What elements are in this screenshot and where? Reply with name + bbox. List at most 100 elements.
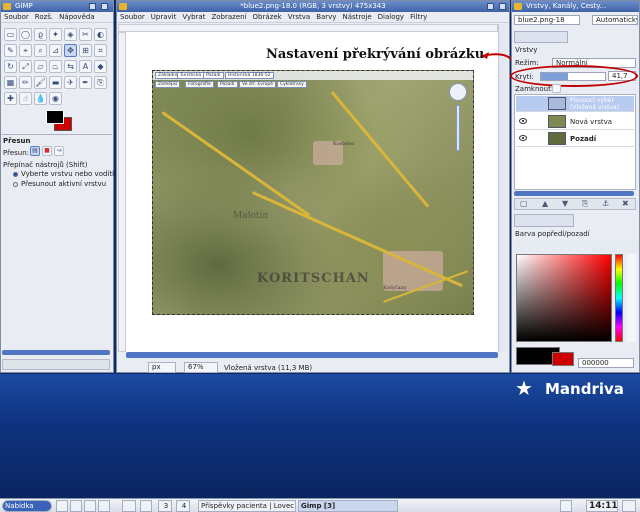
ellipse-select-tool-icon[interactable]: ◯: [19, 28, 32, 41]
layer-row-new[interactable]: Nová vrstva: [516, 114, 634, 130]
color-mode-tabs[interactable]: [514, 240, 638, 252]
scale-tool-icon[interactable]: ⤢: [19, 60, 32, 73]
map-btn-central-europe[interactable]: Ve stř. Evropě: [239, 81, 276, 88]
menu-napoveda[interactable]: Nápověda: [59, 13, 94, 21]
toolbox-titlebar[interactable]: GIMP: [1, 1, 113, 12]
hex-input[interactable]: 000000: [578, 358, 634, 368]
map-pan-control-icon[interactable]: [449, 83, 467, 101]
close-icon[interactable]: [101, 3, 108, 10]
move-layer-mode-icon[interactable]: ▤: [30, 146, 40, 156]
launcher-icon[interactable]: [56, 500, 68, 512]
eraser-tool-icon[interactable]: ▬: [49, 76, 62, 89]
menu-dialogy[interactable]: Dialogy: [378, 13, 404, 21]
menu-vrstva[interactable]: Vrstva: [288, 13, 311, 21]
launcher-icon[interactable]: [84, 500, 96, 512]
color-picker-tool-icon[interactable]: ⌖: [19, 44, 32, 57]
move-active-radio[interactable]: [13, 182, 18, 187]
heal-tool-icon[interactable]: ✚: [4, 92, 17, 105]
clone-tool-icon[interactable]: ⎘: [94, 76, 107, 89]
menu-soubor[interactable]: Soubor: [4, 13, 29, 21]
airbrush-tool-icon[interactable]: ✈: [64, 76, 77, 89]
pick-layer-radio[interactable]: [13, 172, 18, 177]
text-tool-icon[interactable]: A: [79, 60, 92, 73]
tray-icon[interactable]: [622, 500, 636, 512]
menu-barvy[interactable]: Barvy: [316, 13, 336, 21]
bucket-fill-tool-icon[interactable]: ◆: [94, 60, 107, 73]
map-btn-geo[interactable]: Zeměpis: [155, 81, 181, 88]
flip-tool-icon[interactable]: ⇆: [64, 60, 77, 73]
smudge-tool-icon[interactable]: ☝: [19, 92, 32, 105]
delete-layer-icon[interactable]: ✖: [622, 199, 629, 208]
rect-select-tool-icon[interactable]: ▭: [4, 28, 17, 41]
move-selection-mode-icon[interactable]: ■: [42, 146, 52, 156]
dodge-tool-icon[interactable]: ◉: [49, 92, 62, 105]
image-select[interactable]: blue2.png-18: [514, 15, 580, 25]
shear-tool-icon[interactable]: ▱: [34, 60, 47, 73]
menu-zobrazeni[interactable]: Zobrazení: [211, 13, 246, 21]
desktop-pager-4[interactable]: 4: [176, 500, 190, 512]
blur-tool-icon[interactable]: 💧: [34, 92, 47, 105]
menu-soubor[interactable]: Soubor: [120, 13, 145, 21]
menu-nastroje[interactable]: Nástroje: [342, 13, 371, 21]
layer-row-floating[interactable]: Plovoucí výběr (Vložená vrstva): [516, 96, 634, 112]
move-tool-icon[interactable]: ✥: [64, 44, 77, 57]
foreground-color-swatch-front[interactable]: [46, 110, 64, 124]
menu-filtry[interactable]: Filtry: [410, 13, 427, 21]
layer-row-background[interactable]: Pozadí: [516, 131, 634, 147]
blend-tool-icon[interactable]: ▦: [4, 76, 17, 89]
ink-tool-icon[interactable]: ✒: [79, 76, 92, 89]
tray-icon[interactable]: [560, 500, 572, 512]
map-zoom-slider[interactable]: [456, 105, 460, 151]
menu-vybrat[interactable]: Vybrat: [182, 13, 205, 21]
fuzzy-select-tool-icon[interactable]: ✦: [49, 28, 62, 41]
align-tool-icon[interactable]: ⊞: [79, 44, 92, 57]
color-channel-buttons[interactable]: [627, 254, 636, 342]
map-image[interactable]: Základní Turistická Pozadí Historická 18…: [152, 70, 474, 315]
menu-upravit[interactable]: Upravit: [151, 13, 177, 21]
crop-tool-icon[interactable]: ⌗: [94, 44, 107, 57]
start-button[interactable]: Nabídka: [2, 500, 52, 512]
minimize-icon[interactable]: [89, 3, 96, 10]
desktop-pager-3[interactable]: 3: [158, 500, 172, 512]
task-gimp[interactable]: Gimp [3]: [298, 500, 398, 512]
layers-scrollbar[interactable]: [514, 191, 634, 196]
auto-button[interactable]: Automaticky: [592, 15, 638, 25]
layers-titlebar[interactable]: Vrstvy, Kanály, Cesty...: [512, 1, 639, 12]
map-btn-historic[interactable]: Historická 1836-52: [225, 72, 274, 79]
new-layer-icon[interactable]: ▢: [520, 199, 528, 208]
horizontal-scrollbar[interactable]: [126, 352, 498, 358]
minimize-icon[interactable]: [487, 3, 494, 10]
rotate-tool-icon[interactable]: ↻: [4, 60, 17, 73]
color-tabs[interactable]: [514, 214, 574, 227]
map-btn-photo[interactable]: Fotografie: [185, 81, 214, 88]
free-select-tool-icon[interactable]: ϱ: [34, 28, 47, 41]
map-btn-background2[interactable]: Pozadí: [217, 81, 238, 88]
foreground-select-tool-icon[interactable]: ◐: [94, 28, 107, 41]
launcher-icon[interactable]: [98, 500, 110, 512]
paths-tool-icon[interactable]: ✎: [4, 44, 17, 57]
duplicate-layer-icon[interactable]: ⎘: [582, 199, 588, 209]
toolbox-scrollbar[interactable]: [2, 350, 110, 355]
close-icon[interactable]: [499, 3, 506, 10]
move-path-mode-icon[interactable]: ↝: [54, 146, 64, 156]
map-btn-tourist[interactable]: Turistická: [177, 72, 205, 79]
unit-select[interactable]: px: [148, 362, 176, 373]
anchor-layer-icon[interactable]: ⚓: [602, 199, 609, 208]
color-select-tool-icon[interactable]: ◈: [64, 28, 77, 41]
raise-layer-icon[interactable]: ▲: [542, 199, 548, 208]
firefox-launcher-icon[interactable]: [122, 500, 136, 512]
zoom-select[interactable]: 67%: [184, 362, 218, 373]
visibility-eye-icon[interactable]: [519, 135, 527, 141]
launcher-icon[interactable]: [70, 500, 82, 512]
image-titlebar[interactable]: *blue2.png-18.0 (RGB, 3 vrstvy) 475x343: [117, 1, 509, 12]
lower-layer-icon[interactable]: ▼: [562, 199, 568, 208]
desktop-pager-1[interactable]: [140, 500, 152, 512]
menu-obrazek[interactable]: Obrázek: [253, 13, 282, 21]
pencil-tool-icon[interactable]: ✏: [19, 76, 32, 89]
dock-tabs[interactable]: [514, 31, 568, 43]
zoom-tool-icon[interactable]: ⌕: [34, 44, 47, 57]
scissors-tool-icon[interactable]: ✂: [79, 28, 92, 41]
measure-tool-icon[interactable]: ⊿: [49, 44, 62, 57]
task-firefox[interactable]: Příspěvky pacienta | Lovec: [198, 500, 296, 512]
perspective-tool-icon[interactable]: ⏢: [49, 60, 62, 73]
